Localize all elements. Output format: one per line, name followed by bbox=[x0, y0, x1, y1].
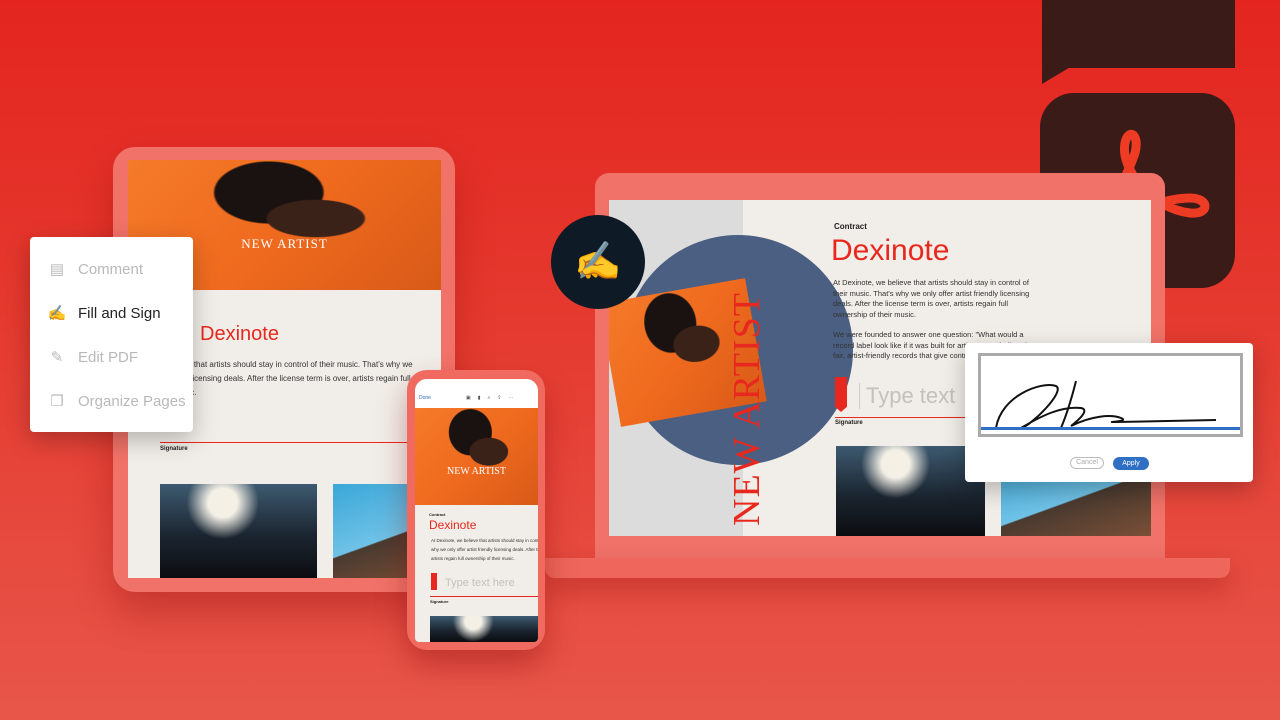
phone-doc-label: Contract bbox=[429, 512, 446, 517]
tools-menu: ▤ Comment ✍ Fill and Sign ✎ Edit PDF ❐ Organ… bbox=[30, 237, 193, 432]
laptop-doc-title: Dexinote bbox=[831, 234, 950, 267]
tablet-concert-photo bbox=[160, 484, 317, 578]
top-banner-tail bbox=[1042, 66, 1072, 84]
tablet-signature-label: Signature bbox=[160, 446, 188, 452]
apply-button[interactable]: Apply bbox=[1113, 457, 1149, 470]
pages-icon: ❐ bbox=[50, 393, 64, 410]
phone-doc-body: At Dexinote, we believe that artists sho… bbox=[431, 538, 538, 561]
phone-bookmark-icon bbox=[431, 573, 437, 590]
tablet-doc-title: Dexinote bbox=[200, 323, 279, 345]
done-button[interactable]: Done bbox=[419, 395, 431, 401]
pencil-icon: ✎ bbox=[50, 349, 64, 366]
phone-banner-title: NEW ARTIST bbox=[447, 466, 506, 477]
acrobat-bookmark-icon bbox=[835, 377, 847, 412]
more-icon[interactable]: ⋯ bbox=[508, 395, 513, 401]
laptop-doc-body-1: At Dexinote, we believe that artists sho… bbox=[833, 278, 1030, 319]
camera-icon[interactable]: ▣ bbox=[466, 395, 471, 401]
signature-pad[interactable] bbox=[978, 353, 1243, 437]
fill-sign-badge-icon[interactable]: ✍ bbox=[551, 215, 645, 309]
laptop-concert-photo bbox=[836, 446, 985, 536]
menu-item-edit-pdf[interactable]: ✎ Edit PDF bbox=[30, 335, 193, 379]
signature-baseline bbox=[981, 427, 1240, 430]
phone-banner-photo bbox=[415, 408, 538, 505]
menu-item-organize-pages[interactable]: ❐ Organize Pages bbox=[30, 379, 193, 423]
phone-signature-line bbox=[430, 596, 538, 597]
phone-text-field[interactable]: Type text here bbox=[445, 577, 515, 589]
signature-dialog: Cancel Apply bbox=[965, 343, 1253, 482]
phone-concert-photo bbox=[430, 616, 538, 642]
share-icon[interactable]: ⇪ bbox=[497, 395, 501, 401]
laptop-text-field[interactable]: Type text bbox=[859, 383, 955, 409]
menu-item-fill-and-sign[interactable]: ✍ Fill and Sign bbox=[30, 291, 193, 335]
phone-screen: Done ▣ ▮ ⌕ ⇪ ⋯ NEW ARTIST Contract Dexinote … bbox=[415, 379, 538, 642]
laptop-base bbox=[545, 558, 1230, 578]
laptop-vertical-title: NEW ARTIST bbox=[726, 292, 768, 526]
phone-doc-title: Dexinote bbox=[429, 518, 477, 532]
laptop-doc-label: Contract bbox=[834, 222, 867, 231]
phone-signature-label: Signature bbox=[430, 599, 449, 604]
tablet-signature-line bbox=[160, 442, 441, 443]
phone-toolbar: Done ▣ ▮ ⌕ ⇪ ⋯ bbox=[415, 379, 538, 408]
signature-drawing bbox=[995, 380, 1217, 429]
comment-icon: ▤ bbox=[49, 261, 65, 278]
laptop-signature-label: Signature bbox=[835, 420, 863, 426]
pen-sign-icon: ✍ bbox=[47, 305, 67, 322]
top-banner-shape bbox=[1042, 0, 1235, 68]
menu-item-comment[interactable]: ▤ Comment bbox=[30, 247, 193, 291]
phone-device: Done ▣ ▮ ⌕ ⇪ ⋯ NEW ARTIST Contract Dexinote … bbox=[407, 370, 545, 650]
search-icon[interactable]: ⌕ bbox=[487, 395, 490, 401]
file-icon[interactable]: ▮ bbox=[478, 395, 481, 401]
cancel-button[interactable]: Cancel bbox=[1070, 457, 1104, 469]
